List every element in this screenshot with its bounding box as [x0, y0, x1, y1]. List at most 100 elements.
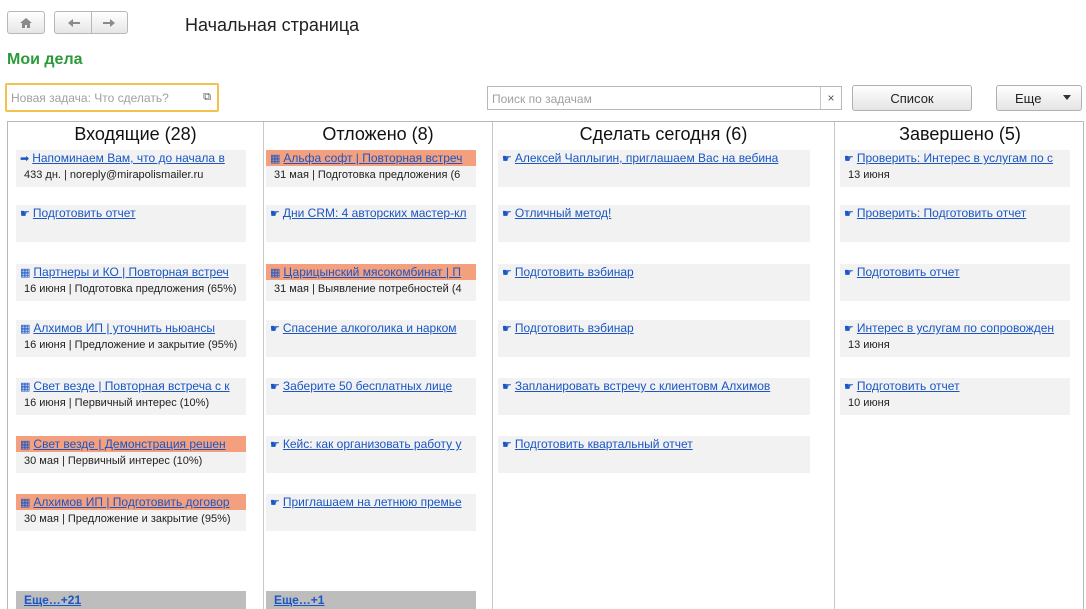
task-card[interactable]: ▦ Партнеры и КО | Повторная встреч 16 июня… [16, 264, 246, 301]
task-title-link[interactable]: ☛ Проверить: Подготовить отчет [840, 205, 1070, 221]
task-pointer-icon: ☛ [502, 267, 512, 279]
task-title-link[interactable]: ▦ Партнеры и КО | Повторная встреч [16, 264, 246, 280]
task-title: Свет везде | Демонстрация решен [33, 437, 226, 451]
task-card[interactable]: ☛ Дни CRM: 4 авторских мастер-кл [266, 205, 476, 242]
task-title-link[interactable]: ☛ Кейс: как организовать работу у [266, 436, 476, 452]
task-details: 30 мая | Первичный интерес (10%) [24, 455, 203, 467]
task-title-link[interactable]: ▦ Царицынский мясокомбинат | П [266, 264, 476, 280]
task-title: Дни CRM: 4 авторских мастер-кл [282, 206, 467, 220]
clear-search-icon[interactable]: × [820, 87, 841, 109]
search-field[interactable]: × [487, 86, 842, 110]
task-details: 13 июня [848, 339, 890, 351]
task-card[interactable]: ☛ Подготовить вэбинар [498, 264, 810, 301]
task-card[interactable]: ☛ Приглашаем на летнюю премье [266, 494, 476, 531]
task-card[interactable]: ☛ Кейс: как организовать работу у [266, 436, 476, 473]
task-title-link[interactable]: ▦ Свет везде | Повторная встреча с к [16, 378, 246, 394]
task-title-link[interactable]: ☛ Подготовить отчет [840, 378, 1070, 394]
task-card[interactable]: ☛ Подготовить квартальный отчет [498, 436, 810, 473]
task-card[interactable]: ☛ Алексей Чаплыгин, приглашаем Вас на веб… [498, 150, 810, 187]
task-title: Подготовить вэбинар [514, 265, 634, 279]
task-title: Альфа софт | Повторная встреч [283, 151, 463, 165]
task-title-link[interactable]: ☛ Заберите 50 бесплатных лице [266, 378, 476, 394]
open-form-icon[interactable]: ⧉ [201, 91, 213, 103]
task-card[interactable]: ☛ Подготовить отчет 10 июня [840, 378, 1070, 415]
task-title: Подготовить отчет [856, 379, 960, 393]
task-card[interactable]: ☛ Запланировать встречу с клиентовм Алхим… [498, 378, 810, 415]
task-title-link[interactable]: ▦ Свет везде | Демонстрация решен [16, 436, 246, 452]
new-task-field[interactable]: ⧉ [5, 83, 219, 112]
task-card[interactable]: ☛ Спасение алкоголика и нарком [266, 320, 476, 357]
task-title-link[interactable]: ▦ Алхимов ИП | Подготовить договор [16, 494, 246, 510]
task-card[interactable]: ▦ Свет везде | Повторная встреча с к 16 ию… [16, 378, 246, 415]
deal-icon: ▦ [20, 497, 31, 509]
task-title: Запланировать встречу с клиентовм Алхимо… [514, 379, 771, 393]
task-card[interactable]: ▦ Альфа софт | Повторная встреч 31 мая | П… [266, 150, 476, 187]
task-title-link[interactable]: ➡ Напоминаем Вам, что до начала в [16, 150, 246, 166]
more-button-label: Еще [1015, 90, 1042, 106]
deal-icon: ▦ [270, 267, 281, 279]
task-title: Алхимов ИП | уточнить ньюансы [33, 321, 216, 335]
task-title-link[interactable]: ☛ Подготовить отчет [840, 264, 1070, 280]
column-today: Сделать сегодня (6) ☛ Алексей Чаплыгин, п… [493, 122, 835, 609]
task-title-link[interactable]: ▦ Алхимов ИП | уточнить ньюансы [16, 320, 246, 336]
task-card[interactable]: ☛ Подготовить вэбинар [498, 320, 810, 357]
show-more-link[interactable]: Еще…+1 [266, 591, 476, 609]
task-title-link[interactable]: ▦ Альфа софт | Повторная встреч [266, 150, 476, 166]
task-pointer-icon: ☛ [844, 323, 854, 335]
column-inbox: Входящие (28) ➡ Напоминаем Вам, что до на… [8, 122, 264, 609]
list-button-label: Список [890, 90, 934, 106]
home-button[interactable] [7, 11, 45, 34]
search-input[interactable] [492, 90, 817, 107]
task-title-link[interactable]: ☛ Дни CRM: 4 авторских мастер-кл [266, 205, 476, 221]
task-pointer-icon: ☛ [270, 381, 280, 393]
incoming-arrow-icon: ➡ [20, 153, 30, 165]
task-title: Приглашаем на летнюю премье [282, 495, 462, 509]
task-card[interactable]: ☛ Интерес в услугам по сопровожден 13 июня [840, 320, 1070, 357]
task-title-link[interactable]: ☛ Подготовить отчет [16, 205, 246, 221]
task-details: 31 мая | Подготовка предложения (6 [274, 169, 461, 181]
task-title-link[interactable]: ☛ Отличный метод! [498, 205, 810, 221]
show-more-link[interactable]: Еще…+21 [16, 591, 246, 609]
task-pointer-icon: ☛ [502, 323, 512, 335]
task-title-link[interactable]: ☛ Подготовить вэбинар [498, 320, 810, 336]
task-details: 433 дн. | noreply@mirapolismailer.ru [24, 169, 204, 181]
task-card[interactable]: ▦ Алхимов ИП | уточнить ньюансы 16 июня | … [16, 320, 246, 357]
task-card[interactable]: ➡ Напоминаем Вам, что до начала в 433 дн. … [16, 150, 246, 187]
task-card[interactable]: ☛ Подготовить отчет [16, 205, 246, 242]
task-details: 16 июня | Первичный интерес (10%) [24, 397, 210, 409]
more-menu-button[interactable]: Еще [996, 85, 1082, 111]
task-title-link[interactable]: ☛ Спасение алкоголика и нарком [266, 320, 476, 336]
task-card[interactable]: ▦ Алхимов ИП | Подготовить договор 30 мая … [16, 494, 246, 531]
task-title-link[interactable]: ☛ Алексей Чаплыгин, приглашаем Вас на веб… [498, 150, 810, 166]
task-pointer-icon: ☛ [270, 323, 280, 335]
task-card[interactable]: ☛ Проверить: Интерес в услугам по с 13 июн… [840, 150, 1070, 187]
page-title: Начальная страница [185, 15, 360, 35]
task-title-link[interactable]: ☛ Интерес в услугам по сопровожден [840, 320, 1070, 336]
task-details: 13 июня [848, 169, 890, 181]
task-card[interactable]: ☛ Отличный метод! [498, 205, 810, 242]
deal-icon: ▦ [270, 153, 281, 165]
nav-divider [90, 12, 92, 33]
task-card[interactable]: ▦ Свет везде | Демонстрация решен 30 мая |… [16, 436, 246, 473]
task-pointer-icon: ☛ [844, 267, 854, 279]
task-title: Проверить: Интерес в услугам по с [856, 151, 1053, 165]
task-title-link[interactable]: ☛ Проверить: Интерес в услугам по с [840, 150, 1070, 166]
task-card[interactable]: ▦ Царицынский мясокомбинат | П 31 мая | Вы… [266, 264, 476, 301]
task-title-link[interactable]: ☛ Подготовить квартальный отчет [498, 436, 810, 452]
column-postponed: Отложено (8) ▦ Альфа софт | Повторная вст… [264, 122, 493, 609]
task-card[interactable]: ☛ Проверить: Подготовить отчет [840, 205, 1070, 242]
task-title: Подготовить вэбинар [514, 321, 634, 335]
task-title: Партнеры и КО | Повторная встреч [33, 265, 229, 279]
task-title: Алексей Чаплыгин, приглашаем Вас на веби… [514, 151, 779, 165]
task-board: Входящие (28) ➡ Напоминаем Вам, что до на… [7, 121, 1084, 609]
new-task-input[interactable] [11, 89, 191, 106]
task-card[interactable]: ☛ Заберите 50 бесплатных лице [266, 378, 476, 415]
task-title-link[interactable]: ☛ Запланировать встречу с клиентовм Алхим… [498, 378, 810, 394]
arrow-right-icon[interactable] [102, 18, 116, 28]
task-title-link[interactable]: ☛ Подготовить вэбинар [498, 264, 810, 280]
list-button[interactable]: Список [852, 85, 972, 111]
arrow-left-icon[interactable] [67, 18, 81, 28]
task-title-link[interactable]: ☛ Приглашаем на летнюю премье [266, 494, 476, 510]
task-details: 16 июня | Подготовка предложения (65%) [24, 283, 237, 295]
task-card[interactable]: ☛ Подготовить отчет [840, 264, 1070, 301]
